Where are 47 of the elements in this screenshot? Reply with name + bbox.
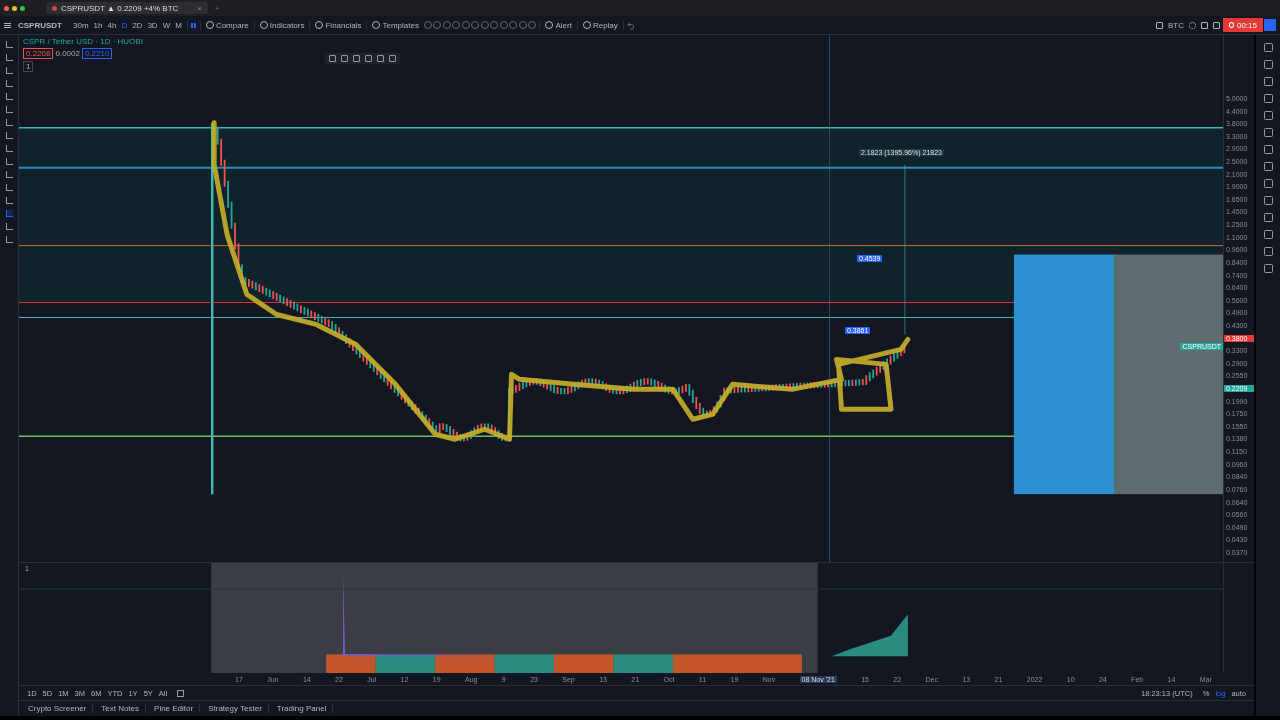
- close-window-dot[interactable]: [4, 5, 9, 11]
- level-line[interactable]: [19, 245, 1223, 247]
- maximize-window-dot[interactable]: [20, 5, 25, 11]
- collapse-toggle[interactable]: 1: [23, 61, 34, 72]
- interval-button[interactable]: M: [173, 20, 184, 30]
- tab-title: CSPRUSDT ▲ 0.2209 +4% BTC: [61, 3, 179, 13]
- symbol-search-button[interactable]: CSPRUSDT: [16, 20, 64, 30]
- minimize-window-dot[interactable]: [12, 5, 17, 11]
- compare-button[interactable]: Compare: [203, 20, 251, 30]
- interval-button[interactable]: 2D: [130, 20, 145, 30]
- templates-button[interactable]: Templates: [370, 20, 421, 30]
- panel-tab[interactable]: Text Notes: [95, 704, 147, 713]
- histogram-band: [554, 654, 614, 673]
- interval-button[interactable]: W: [160, 20, 173, 30]
- measure-line[interactable]: [904, 164, 906, 335]
- symbol-title: CSPR / Tether USD · 1D · HUOBI: [23, 37, 143, 46]
- panel-tab[interactable]: Pine Editor: [148, 704, 201, 713]
- histogram-band: [435, 654, 495, 673]
- panel-tab[interactable]: Crypto Screener: [22, 704, 94, 713]
- vertical-line[interactable]: [211, 122, 214, 495]
- histogram-band: [375, 654, 436, 673]
- buy-price[interactable]: 0.2210: [81, 48, 113, 59]
- level-line[interactable]: [19, 166, 1223, 169]
- sell-price[interactable]: 0.2208: [23, 48, 54, 59]
- currency-button[interactable]: BTC: [1166, 20, 1186, 30]
- record-button[interactable]: 00:15: [1223, 18, 1263, 32]
- spread-value: 0.0002: [55, 49, 80, 58]
- indicators-button[interactable]: Indicators: [257, 20, 307, 30]
- interval-button[interactable]: 3D: [145, 20, 160, 30]
- panel-tab[interactable]: Trading Panel: [270, 704, 334, 713]
- undo-icon[interactable]: [626, 20, 636, 30]
- menu-icon[interactable]: [4, 22, 11, 28]
- alert-button[interactable]: Alert: [543, 20, 574, 30]
- panel-tab[interactable]: Strategy Tester: [202, 704, 269, 713]
- histogram-band: [494, 654, 555, 673]
- interval-button[interactable]: 30m: [71, 20, 91, 30]
- calendar-icon[interactable]: [177, 689, 185, 697]
- tab-close-button[interactable]: ×: [197, 3, 202, 13]
- replay-button[interactable]: Replay: [580, 20, 620, 30]
- histogram-band: [326, 654, 376, 673]
- interval-button[interactable]: 4h: [105, 20, 119, 30]
- interval-button[interactable]: D: [119, 20, 130, 30]
- site-icon: [52, 5, 57, 11]
- browser-tab[interactable]: CSPRUSDT ▲ 0.2209 +4% BTC ×: [46, 2, 208, 14]
- financials-button[interactable]: Financials: [313, 20, 364, 30]
- interval-button[interactable]: 1h: [91, 20, 105, 30]
- candles-icon[interactable]: [190, 21, 197, 29]
